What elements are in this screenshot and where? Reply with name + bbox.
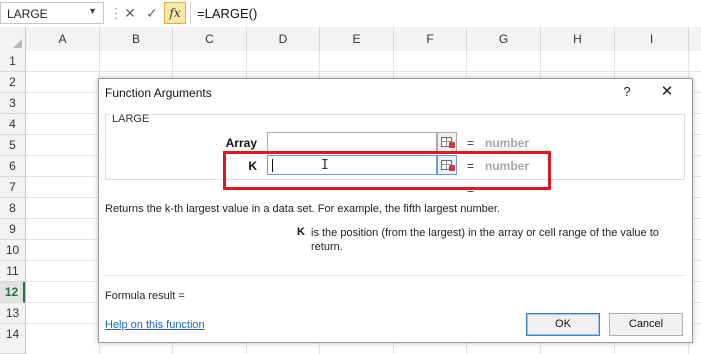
cancel-icon[interactable]: ✕ — [120, 3, 140, 23]
column-header-h[interactable]: H — [541, 27, 615, 51]
function-description: Returns the k-th largest value in a data… — [105, 203, 500, 215]
ok-button[interactable]: OK — [526, 313, 600, 336]
formula-result-label: Formula result = — [105, 290, 185, 302]
gridline — [26, 71, 701, 72]
column-header-c[interactable]: C — [173, 27, 247, 51]
help-icon[interactable]: ? — [617, 82, 637, 102]
column-header-d[interactable]: D — [247, 27, 320, 51]
row-header-4[interactable]: 4 — [0, 114, 25, 135]
row-header-1[interactable]: 1 — [0, 51, 25, 72]
row-header-5[interactable]: 5 — [0, 135, 25, 156]
formula-input[interactable]: =LARGE() — [190, 2, 701, 24]
array-arg-label: Array — [225, 136, 257, 150]
column-header-e[interactable]: E — [320, 27, 394, 51]
row-header-7[interactable]: 7 — [0, 177, 25, 198]
range-select-arrow-icon — [449, 142, 455, 148]
row-header-14[interactable]: 14 — [0, 324, 25, 354]
array-arg-input[interactable] — [267, 132, 437, 152]
row-header-12[interactable]: 12 — [0, 282, 25, 303]
column-header-i[interactable]: I — [615, 27, 689, 51]
row-header-13[interactable]: 13 — [0, 303, 25, 324]
select-all-corner[interactable] — [0, 27, 26, 51]
column-header-a[interactable]: A — [26, 27, 100, 51]
row-header-11[interactable]: 11 — [0, 261, 25, 282]
highlight-annotation — [223, 151, 551, 190]
row-header-6[interactable]: 6 — [0, 156, 25, 177]
column-header-b[interactable]: B — [100, 27, 173, 51]
insert-function-button[interactable]: fx — [164, 2, 186, 24]
column-header-partial[interactable] — [689, 27, 701, 51]
array-collapse-button[interactable] — [437, 132, 457, 152]
row-header-8[interactable]: 8 — [0, 198, 25, 219]
help-on-function-link[interactable]: Help on this function — [105, 319, 205, 331]
column-header-row: A B C D E F G H I — [0, 27, 701, 52]
row-header-9[interactable]: 9 — [0, 219, 25, 240]
array-equals: = — [467, 136, 475, 150]
arg-description-text: is the position (from the largest) in th… — [311, 227, 659, 253]
row-header-10[interactable]: 10 — [0, 240, 25, 261]
row-header-2[interactable]: 2 — [0, 72, 25, 93]
array-result: number — [485, 136, 530, 150]
cancel-button[interactable]: Cancel — [609, 313, 683, 336]
row-header-column: 1 2 3 4 5 6 7 8 9 10 11 12 13 14 — [0, 51, 26, 354]
dialog-title: Function Arguments — [105, 86, 212, 100]
close-icon[interactable]: ✕ — [655, 82, 679, 102]
select-all-icon — [13, 39, 22, 48]
name-box[interactable]: LARGE ▼ — [0, 2, 104, 24]
divider — [105, 275, 685, 276]
arg-description-wrap: is the position (from the largest) in th… — [311, 226, 681, 254]
formula-text: =LARGE() — [197, 6, 258, 21]
column-header-f[interactable]: F — [394, 27, 467, 51]
enter-check-icon[interactable]: ✓ — [142, 3, 162, 23]
name-box-value: LARGE — [7, 7, 48, 21]
arg-description-name: K — [297, 226, 305, 238]
row-header-3[interactable]: 3 — [0, 93, 25, 114]
fx-icon: fx — [169, 6, 181, 20]
formula-bar: LARGE ▼ ⋮ ✕ ✓ fx =LARGE() — [0, 0, 701, 28]
column-header-g[interactable]: G — [467, 27, 541, 51]
function-name-label: LARGE — [110, 113, 152, 125]
function-arguments-dialog: Function Arguments ? ✕ LARGE Array = num… — [98, 78, 693, 343]
chevron-down-icon[interactable]: ▼ — [88, 6, 97, 16]
